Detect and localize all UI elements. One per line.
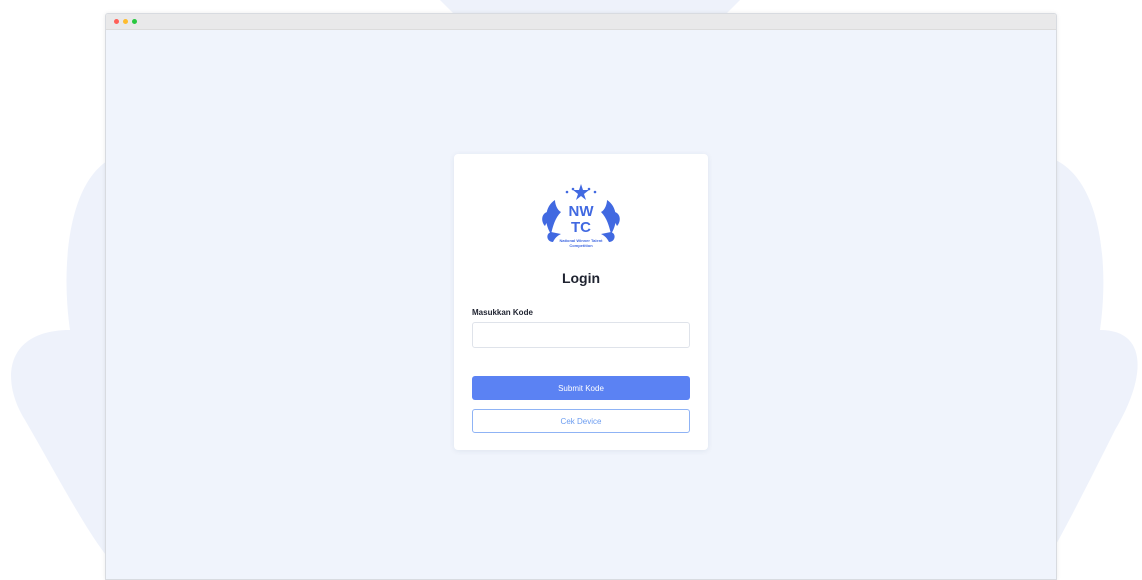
- logo-caption: National Winner Talent Competition: [536, 238, 626, 248]
- maximize-window-dot[interactable]: [132, 19, 137, 24]
- window-titlebar: [106, 14, 1056, 30]
- svg-text:TC: TC: [571, 219, 591, 236]
- minimize-window-dot[interactable]: [123, 19, 128, 24]
- svg-text:NW: NW: [569, 203, 595, 220]
- code-input[interactable]: [472, 322, 690, 348]
- login-title: Login: [561, 270, 601, 286]
- code-field-label: Masukkan Kode: [472, 308, 533, 317]
- submit-code-button[interactable]: Submit Kode: [472, 376, 690, 400]
- close-window-dot[interactable]: [114, 19, 119, 24]
- check-device-button[interactable]: Cek Device: [472, 409, 690, 433]
- login-card: NW TC National Winner Talent Competition…: [454, 154, 708, 450]
- browser-window: NW TC National Winner Talent Competition…: [105, 13, 1057, 580]
- logo-caption-line2: Competition: [569, 243, 593, 248]
